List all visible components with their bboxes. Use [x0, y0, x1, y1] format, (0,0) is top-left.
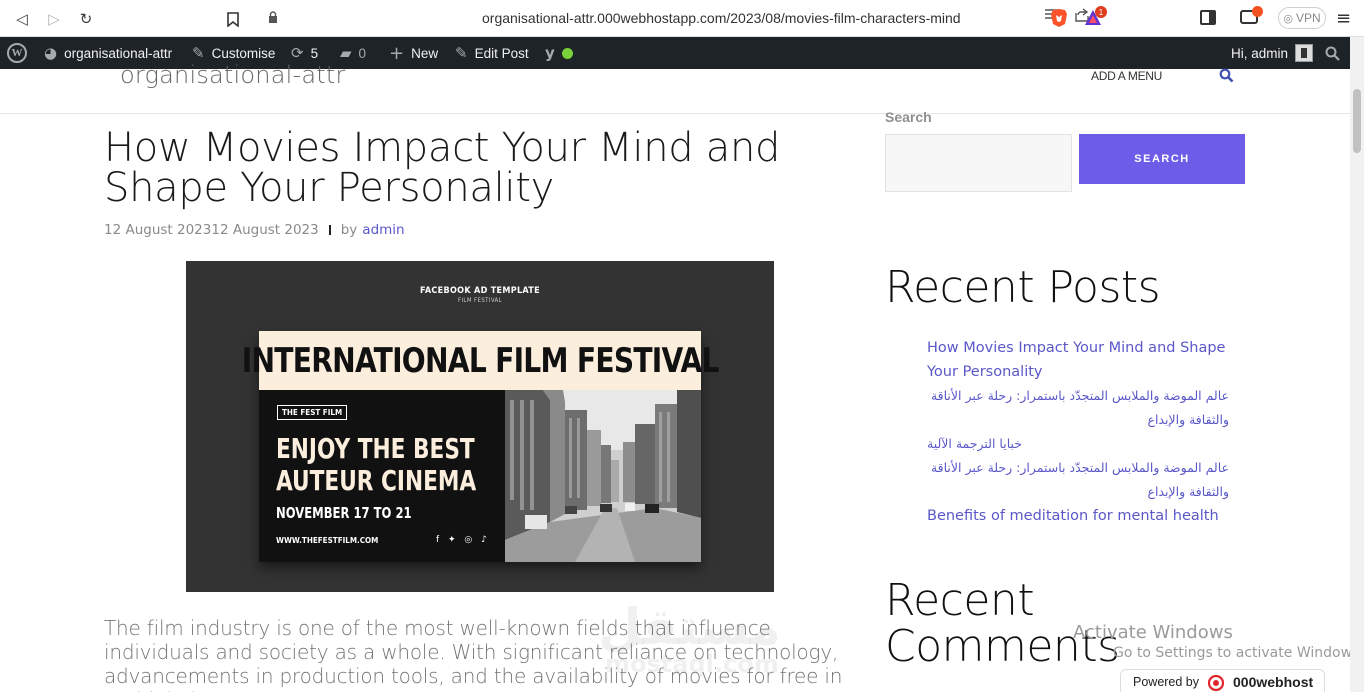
brush-icon: ✎: [192, 44, 205, 62]
recent-post-link[interactable]: How Movies Impact Your Mind and Shape Yo…: [927, 336, 1247, 384]
image-sub-line: FILM FESTIVAL: [457, 297, 503, 304]
bookmark-icon[interactable]: [222, 8, 244, 30]
forward-icon[interactable]: ▷: [43, 8, 65, 30]
edit-post-menu[interactable]: ✎ Edit Post: [455, 37, 529, 69]
reload-icon[interactable]: ↻: [75, 8, 97, 30]
site-title[interactable]: organisational-attr: [120, 61, 346, 89]
image-top-line: FACEBOOK AD TEMPLATE: [420, 286, 540, 296]
sidebar-toggle-icon[interactable]: [1200, 10, 1216, 25]
new-label: New: [411, 45, 439, 61]
rewards-badge: 1: [1095, 6, 1107, 18]
admin-search-button[interactable]: [1325, 37, 1340, 69]
edit-post-label: Edit Post: [474, 45, 529, 61]
festival-banner: INTERNATIONAL FILM FESTIVAL: [242, 331, 719, 390]
customise-label: Customise: [211, 45, 276, 61]
recent-posts-list: How Movies Impact Your Mind and Shape Yo…: [927, 336, 1247, 528]
recent-post-link[interactable]: خبايا الترجمة الآلية: [927, 432, 1229, 456]
brave-shields-icon[interactable]: [1050, 8, 1068, 28]
site-header: organisational-attr ADD A MENU: [0, 61, 1350, 114]
updates-count: 5: [310, 45, 319, 61]
wordpress-logo-button[interactable]: W: [7, 37, 27, 69]
search-icon[interactable]: [1219, 68, 1234, 83]
wordpress-logo-icon: W: [7, 43, 27, 63]
webhost-logo-icon: [1207, 674, 1225, 691]
search-input[interactable]: [885, 134, 1072, 192]
recent-post-link[interactable]: عالم الموضة والملابس المتجدّد باستمرار: …: [927, 384, 1229, 432]
recent-posts-title: Recent Posts: [885, 262, 1161, 313]
back-icon[interactable]: ◁: [11, 8, 33, 30]
my-account-menu[interactable]: Hi, admin: [1231, 37, 1314, 69]
yoast-seo-menu[interactable]: y: [545, 37, 573, 69]
recent-post-link[interactable]: عالم الموضة والملابس المتجدّد باستمرار: …: [927, 456, 1229, 504]
festival-card: INTERNATIONAL FILM FESTIVAL THE FEST FIL…: [242, 331, 719, 562]
scrollbar-thumb[interactable]: [1353, 89, 1361, 153]
address-bar[interactable]: organisational-attr.000webhostapp.com/20…: [256, 4, 1110, 32]
festival-badge: THE FEST FILM: [277, 405, 348, 420]
post-meta: 12 August 202312 August 2023 by admin: [104, 222, 405, 238]
festival-url: WWW.THEFESTFILM.COM: [276, 536, 379, 545]
seo-status-dot: [561, 47, 573, 59]
new-content-menu[interactable]: + New: [389, 37, 438, 69]
recent-post-link[interactable]: Benefits of meditation for mental health: [927, 504, 1247, 528]
image-header: FACEBOOK AD TEMPLATE FILM FESTIVAL: [186, 286, 774, 304]
festival-headline-line-2: AUTEUR CINEMA: [276, 464, 477, 497]
activation-title: Activate Windows: [1073, 622, 1233, 643]
city-street-photo: [505, 390, 701, 562]
post-date[interactable]: 12 August 202312 August 2023: [104, 222, 319, 238]
comment-icon: ▰: [340, 44, 352, 62]
updates-icon: ⟳: [291, 44, 304, 62]
watermark-logo: مستقل: [598, 598, 781, 656]
search-button[interactable]: SEARCH: [1079, 134, 1245, 184]
plus-icon: +: [389, 42, 405, 64]
powered-by-label: Powered by: [1133, 675, 1200, 689]
browser-menu-icon[interactable]: ≡: [1336, 8, 1351, 29]
vpn-button[interactable]: ◎ VPN: [1278, 7, 1326, 29]
comments-count: 0: [358, 45, 367, 61]
avatar: [1295, 44, 1314, 62]
dashboard-icon: ◕: [44, 44, 58, 62]
lock-icon: [269, 11, 277, 23]
search-widget-label: Search: [885, 109, 932, 125]
url-text: organisational-attr.000webhostapp.com/20…: [482, 10, 961, 26]
post-title: How Movies Impact Your Mind and Shape Yo…: [104, 125, 781, 211]
windows-activation-notice: Activate Windows Go to Settings to activ…: [1073, 622, 1364, 661]
meta-separator: [328, 225, 331, 235]
greeting-label: Hi, admin: [1231, 45, 1289, 61]
add-menu-link[interactable]: ADD A MENU: [1091, 69, 1162, 83]
site-name-label: organisational-attr: [64, 45, 173, 61]
powered-by-badge[interactable]: Powered by 000webhost: [1120, 669, 1325, 692]
vpn-label: VPN: [1295, 11, 1321, 25]
powered-by-brand: 000webhost: [1233, 674, 1314, 690]
search-icon: [1325, 46, 1340, 61]
post-author-link[interactable]: admin: [362, 222, 404, 238]
featured-image: FACEBOOK AD TEMPLATE FILM FESTIVAL INTER…: [186, 261, 774, 592]
social-icons: f ✦ ◎ ♪: [436, 535, 490, 545]
festival-dates: NOVEMBER 17 TO 21: [276, 504, 412, 522]
festival-headline: ENJOY THE BEST AUTEUR CINEMA: [276, 432, 477, 497]
post-by-label: by: [340, 222, 358, 238]
yoast-icon: y: [545, 44, 555, 62]
pencil-icon: ✎: [455, 44, 468, 62]
activation-subtitle: Go to Settings to activate Windows.: [1113, 645, 1364, 661]
festival-banner-text: INTERNATIONAL FILM FESTIVAL: [241, 340, 720, 381]
watermark-text: mostaql.com: [605, 650, 779, 678]
page-scrollbar[interactable]: [1350, 37, 1364, 692]
festival-headline-line-1: ENJOY THE BEST: [276, 432, 475, 465]
wallet-notification-dot: [1252, 6, 1263, 17]
browser-toolbar: ◁ ▷ ↻ organisational-attr.000webhostapp.…: [0, 0, 1364, 37]
vpn-globe-icon: ◎: [1283, 11, 1293, 25]
